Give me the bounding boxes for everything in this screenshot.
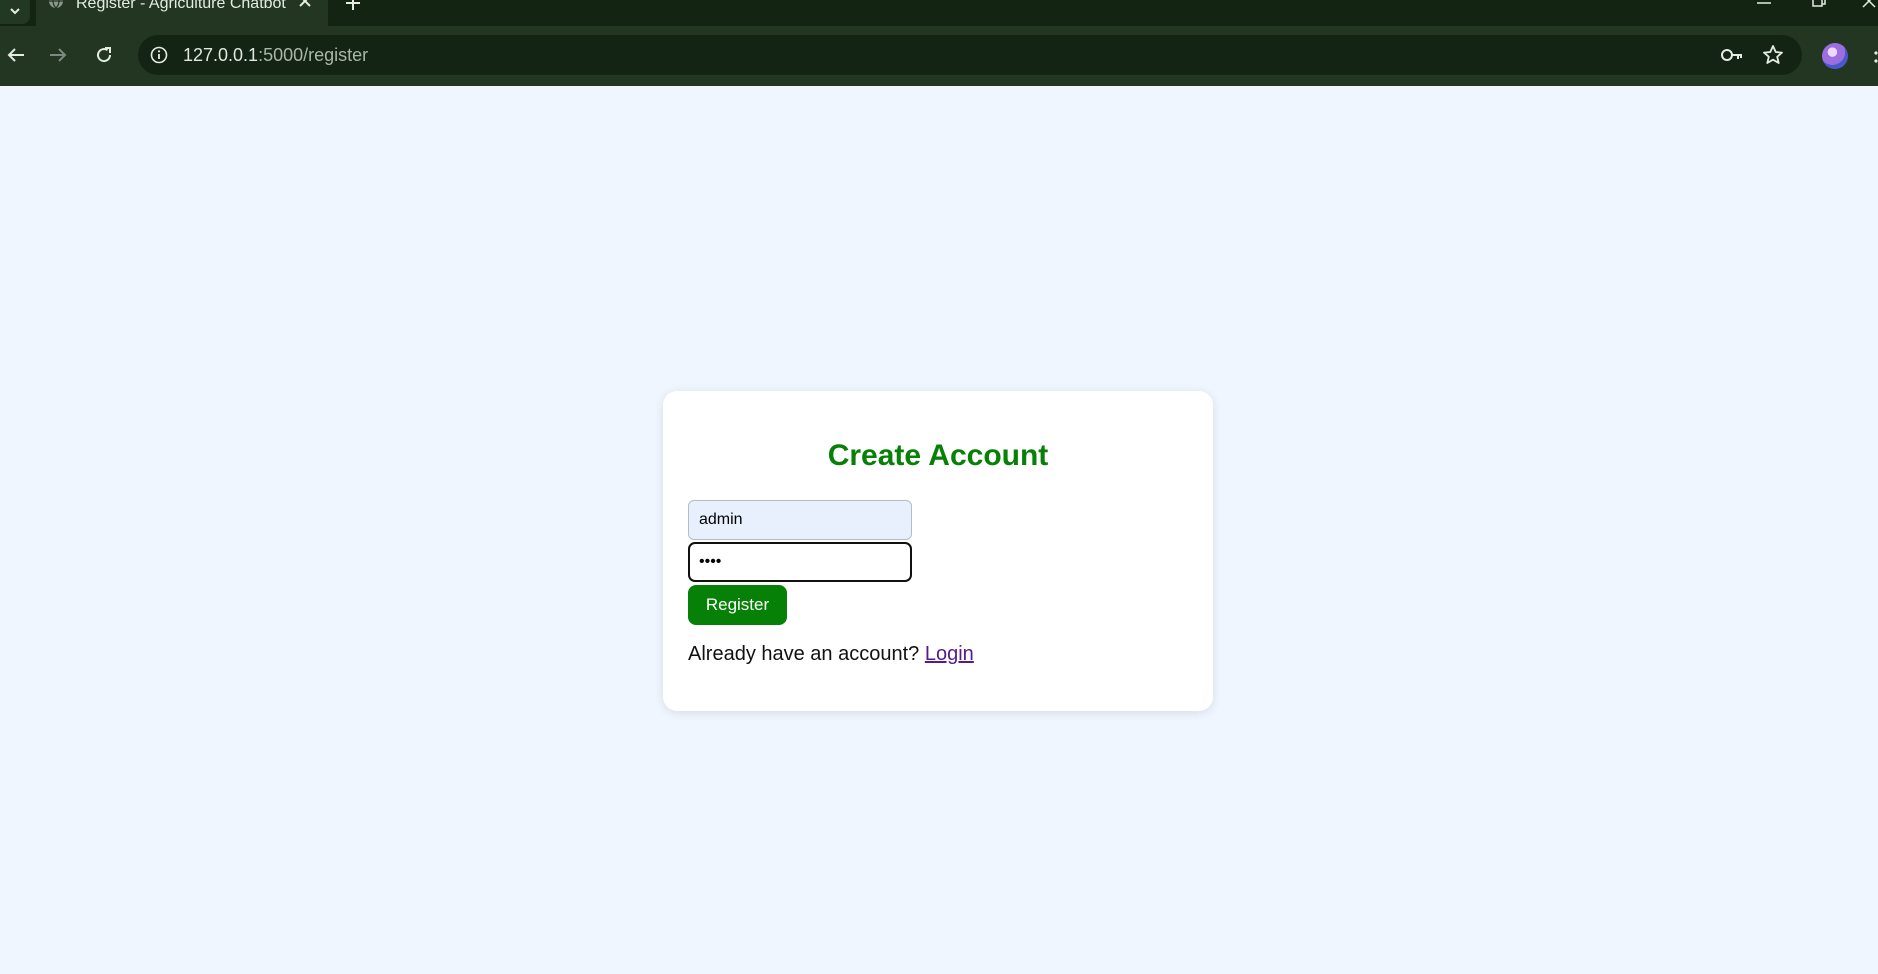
password-input[interactable] (688, 542, 912, 582)
username-input[interactable] (688, 500, 912, 540)
active-tab[interactable]: Register - Agriculture Chatbot (36, 0, 328, 26)
restore-icon[interactable] (1812, 0, 1826, 8)
menu-dots-icon[interactable] (1872, 50, 1878, 64)
reload-icon[interactable] (92, 43, 116, 67)
login-prompt-text: Already have an account? (688, 643, 920, 665)
close-tab-icon[interactable] (297, 0, 313, 9)
address-bar[interactable]: 127.0.0.1:5000/register (138, 35, 1802, 75)
bookmark-star-icon[interactable] (1762, 44, 1784, 66)
url-host: 127.0.0.1 (183, 45, 259, 65)
browser-tab-strip: Register - Agriculture Chatbot (0, 0, 1878, 26)
url-text[interactable]: 127.0.0.1:5000/register (183, 45, 368, 66)
chevron-down-icon (10, 8, 20, 15)
login-prompt-line: Already have an account? Login (688, 643, 974, 666)
back-arrow-icon[interactable] (4, 43, 28, 67)
register-card: Create Account Register Already have an … (663, 391, 1213, 711)
tab-search-button[interactable] (0, 0, 30, 24)
site-info-icon[interactable] (150, 46, 168, 64)
login-link[interactable]: Login (925, 643, 974, 665)
forward-arrow-icon[interactable] (46, 43, 70, 67)
globe-icon (49, 0, 63, 9)
profile-avatar[interactable] (1822, 43, 1848, 69)
browser-toolbar: 127.0.0.1:5000/register (0, 26, 1878, 86)
tab-title: Register - Agriculture Chatbot (76, 0, 286, 12)
url-path: :5000/register (258, 45, 369, 65)
window-close-icon[interactable] (1862, 0, 1876, 8)
page-title: Create Account (827, 439, 1049, 472)
password-key-icon[interactable] (1720, 45, 1744, 65)
register-button[interactable]: Register (688, 585, 787, 625)
new-tab-icon[interactable] (344, 0, 362, 12)
minimize-icon[interactable] (1756, 0, 1772, 6)
